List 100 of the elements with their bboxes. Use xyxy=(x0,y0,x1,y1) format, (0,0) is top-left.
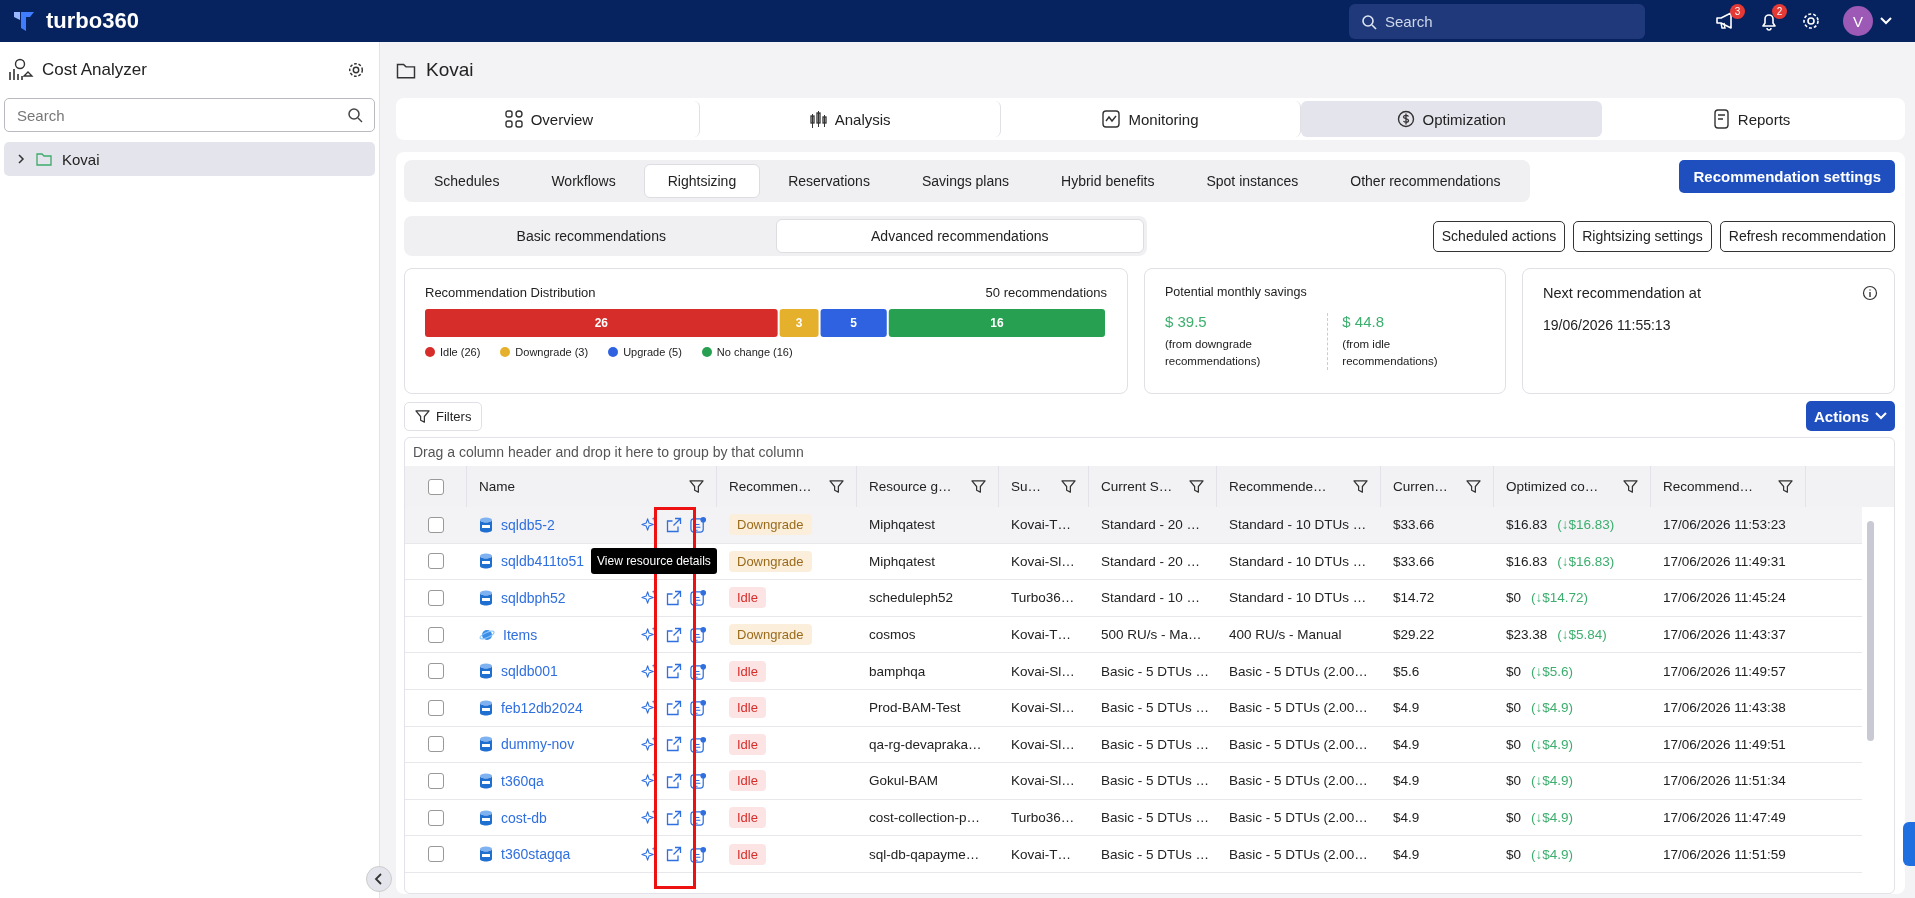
nav-tab[interactable]: Analysis xyxy=(699,101,1001,137)
table-cell-text: Standard - 20 … xyxy=(1100,552,1202,571)
sub-tab[interactable]: Rightsizing xyxy=(643,164,761,198)
saving-amount: (↓$4.9) xyxy=(1531,810,1574,826)
table-row[interactable]: feb12db2024 Idle Prod-BAM-Test Kovai-Sl… Basic - 5 DTUs … Basic - 5 DTUs (2.00… $4.9 $0 (↓$4.9) 17/06/2026 11:43:38 xyxy=(405,689,1862,727)
table-cell-text: 400 RU/s - Manual xyxy=(1228,626,1343,645)
table-cell-text: 17/06/2026 11:43:37 xyxy=(1662,626,1787,645)
legend-label: Downgrade (3) xyxy=(515,346,589,358)
search-field[interactable]: Search xyxy=(1349,3,1645,39)
table-cell-text: $4.9 xyxy=(1392,699,1421,718)
table-row[interactable]: sqldb5-2 Downgrade Miphqatest Kovai-T… Standard - 20 … Standard - 10 DTUs … $33.66 $16.83 (↓$16.83) 17/06/2026 11:53:23 xyxy=(405,507,1862,544)
table-cell-text: Basic - 5 DTUs (2.00… xyxy=(1228,772,1369,791)
table-cell-text: $4.9 xyxy=(1392,809,1421,828)
table-cell-text: $29.22 xyxy=(1392,626,1436,645)
table-cell-text: 17/06/2026 11:45:24 xyxy=(1662,589,1787,608)
action-button[interactable]: Rightsizing settings xyxy=(1573,220,1712,252)
optimized-cost: $0 xyxy=(1506,590,1522,606)
sub-tab[interactable]: Workflows xyxy=(527,164,640,198)
data-label: 16 xyxy=(990,316,1004,330)
action-button[interactable]: Refresh recommendation xyxy=(1719,220,1895,252)
table-cell-text: Standard - 10 DTUs … xyxy=(1228,589,1368,608)
sub-tab[interactable]: Hybrid benefits xyxy=(1037,164,1179,198)
recommendation-tag: Idle xyxy=(729,770,766,792)
table-row[interactable]: dummy-nov Idle qa-rg-devapraka… Kovai-Sl… Basic - 5 DTUs … Basic - 5 DTUs (2.00… $4.9 $0 (↓$4.9) 17/06/2026 11:49:51 xyxy=(405,726,1862,764)
table-cell-text: 17/06/2026 11:51:34 xyxy=(1662,772,1787,791)
sub-tab[interactable]: Savings plans xyxy=(897,164,1034,198)
optimized-cost: $0 xyxy=(1506,773,1522,789)
resource-link[interactable]: t360qa xyxy=(501,772,633,789)
table-row[interactable]: t360qa Idle Gokul-BAM Kovai-Sl… Basic - 5 DTUs … Basic - 5 DTUs (2.00… $4.9 $0 (↓$4.9) 17/06/2026 11:51:34 xyxy=(405,763,1862,800)
table-cell-text: Kovai-Sl… xyxy=(1010,735,1076,754)
table-row[interactable]: sqldbph52 Idle scheduleph52 Turbo36… Standard - 10 … Standard - 10 DTUs … $14.72 $0 (↓$14.72) 17/06/2026 11:45:24 xyxy=(405,580,1862,617)
sub-tab[interactable]: Other recommendations xyxy=(1326,164,1525,198)
table-row[interactable]: sqldb001 Idle bamphqa Kovai-Sl… Basic - 5 DTUs … Basic - 5 DTUs (2.00… $5.6 $0 (↓$5.6) 17/06/2026 11:49:57 xyxy=(405,653,1862,690)
recommendation-tag: Downgrade xyxy=(729,550,812,572)
mode-tab[interactable]: Advanced recommendations xyxy=(775,219,1144,253)
table-row[interactable]: Items Downgrade cosmos Kovai-T… 500 RU/s - Ma… 400 RU/s - Manual $29.22 $23.38 (↓$5.84) 17/06/2026 11:43:37 xyxy=(405,616,1862,654)
optimized-cost: $0 xyxy=(1506,663,1522,679)
nav-tab[interactable]: Optimization xyxy=(1301,101,1603,137)
page-title: Kovai xyxy=(426,59,474,81)
table-row[interactable]: t360stagqa Idle sql-db-qapayme… Kovai-T… Basic - 5 DTUs … Basic - 5 DTUs (2.00… $4.9 $0 (↓$4.9) 17/06/2026 11:51:59 xyxy=(405,836,1862,873)
table-cell-text: Basic - 5 DTUs … xyxy=(1100,772,1210,791)
saving-amount: (↓$5.6) xyxy=(1531,663,1574,679)
table-cell-text: 17/06/2026 11:49:31 xyxy=(1662,552,1787,571)
recommendation-tag: Idle xyxy=(729,733,766,755)
saving-amount: (↓$14.72) xyxy=(1531,590,1589,606)
legend-label: Idle (26) xyxy=(440,346,481,358)
notification-badge: 2 xyxy=(1772,4,1787,19)
table-cell-text: Standard - 10 DTUs … xyxy=(1228,552,1368,571)
resource-link[interactable]: Items xyxy=(503,626,633,643)
nav-tab[interactable]: Overview xyxy=(399,101,700,137)
filters-button[interactable]: Filters xyxy=(404,401,483,431)
resource-link[interactable]: sqldb5-2 xyxy=(501,516,633,533)
table-cell-text: 17/06/2026 11:43:38 xyxy=(1662,699,1787,718)
resource-link[interactable]: sqldbph52 xyxy=(501,590,633,606)
table-cell-text: $5.6 xyxy=(1392,662,1421,681)
table-cell-text: scheduleph52 xyxy=(868,589,955,608)
action-button[interactable]: Scheduled actions xyxy=(1432,220,1566,252)
table-cell-text: Miphqatest xyxy=(868,552,937,571)
table-cell-text: cost-collection-p… xyxy=(868,809,982,828)
recommendation-settings-button[interactable]: Recommendation settings xyxy=(1679,160,1895,193)
table-cell-text: Basic - 5 DTUs … xyxy=(1100,809,1210,828)
search-field[interactable]: Search xyxy=(4,98,375,132)
user-avatar[interactable]: V xyxy=(1843,6,1873,36)
table-cell-text: Basic - 5 DTUs (2.00… xyxy=(1228,662,1369,681)
table-cell-text: Standard - 10 … xyxy=(1100,589,1202,608)
logo[interactable]: turbo360 xyxy=(46,8,139,34)
saving-amount: (↓$4.9) xyxy=(1531,700,1574,716)
tree-item[interactable]: Kovai xyxy=(4,142,375,176)
data-label: 5 xyxy=(850,316,857,330)
optimized-cost: $0 xyxy=(1506,736,1522,752)
table-cell-text: Kovai-T… xyxy=(1010,516,1072,535)
table-cell-text: Kovai-Sl… xyxy=(1010,662,1076,681)
resource-link[interactable]: sqldb001 xyxy=(501,663,633,680)
table-cell-text: $4.9 xyxy=(1392,845,1421,864)
table-row[interactable]: cost-db Idle cost-collection-p… Turbo36… Basic - 5 DTUs … Basic - 5 DTUs (2.00… $4.9 $0 (↓$4.9) 17/06/2026 11:47:49 xyxy=(405,799,1862,837)
card-title: Potential monthly savings xyxy=(1165,285,1308,299)
resource-link[interactable]: feb12db2024 xyxy=(501,699,633,716)
saving-amount: (↓$16.83) xyxy=(1557,517,1615,533)
table-cell-text: Gokul-BAM xyxy=(868,772,940,791)
recommendation-tag: Idle xyxy=(729,807,766,829)
table-row[interactable]: sqldb411to51 View resource details Downgrade Miphqatest Kovai-Sl… Standard - 20 … Standard - 10 DTUs … $33.66 $16.83 (↓$16.83) 17/06/2026 11:49:31 xyxy=(405,543,1862,581)
table-cell-text: Basic - 5 DTUs … xyxy=(1100,735,1210,754)
sidebar-title: Cost Analyzer xyxy=(42,60,147,80)
savings-amount: $ 39.5 xyxy=(1165,313,1208,330)
sub-tab[interactable]: Schedules xyxy=(410,164,524,198)
resource-link[interactable]: dummy-nov xyxy=(501,736,633,753)
nav-tab[interactable]: Reports xyxy=(1602,101,1902,137)
sub-tab[interactable]: Spot instances xyxy=(1182,164,1323,198)
mode-tab[interactable]: Basic recommendations xyxy=(407,219,776,253)
table-cell-text: $4.9 xyxy=(1392,772,1421,791)
optimized-cost: $0 xyxy=(1506,846,1522,862)
table-cell-text: Miphqatest xyxy=(868,516,937,535)
saving-amount: (↓$4.9) xyxy=(1531,773,1574,789)
table-cell-text: bamphqa xyxy=(868,662,927,681)
sub-tab[interactable]: Reservations xyxy=(764,164,894,198)
table-cell-text: 17/06/2026 11:47:49 xyxy=(1662,809,1787,828)
resource-link[interactable]: t360stagqa xyxy=(501,846,633,863)
resource-link[interactable]: cost-db xyxy=(501,809,633,826)
actions-button[interactable]: Actions xyxy=(1806,401,1895,431)
table-cell-text: Prod-BAM-Test xyxy=(868,699,962,718)
